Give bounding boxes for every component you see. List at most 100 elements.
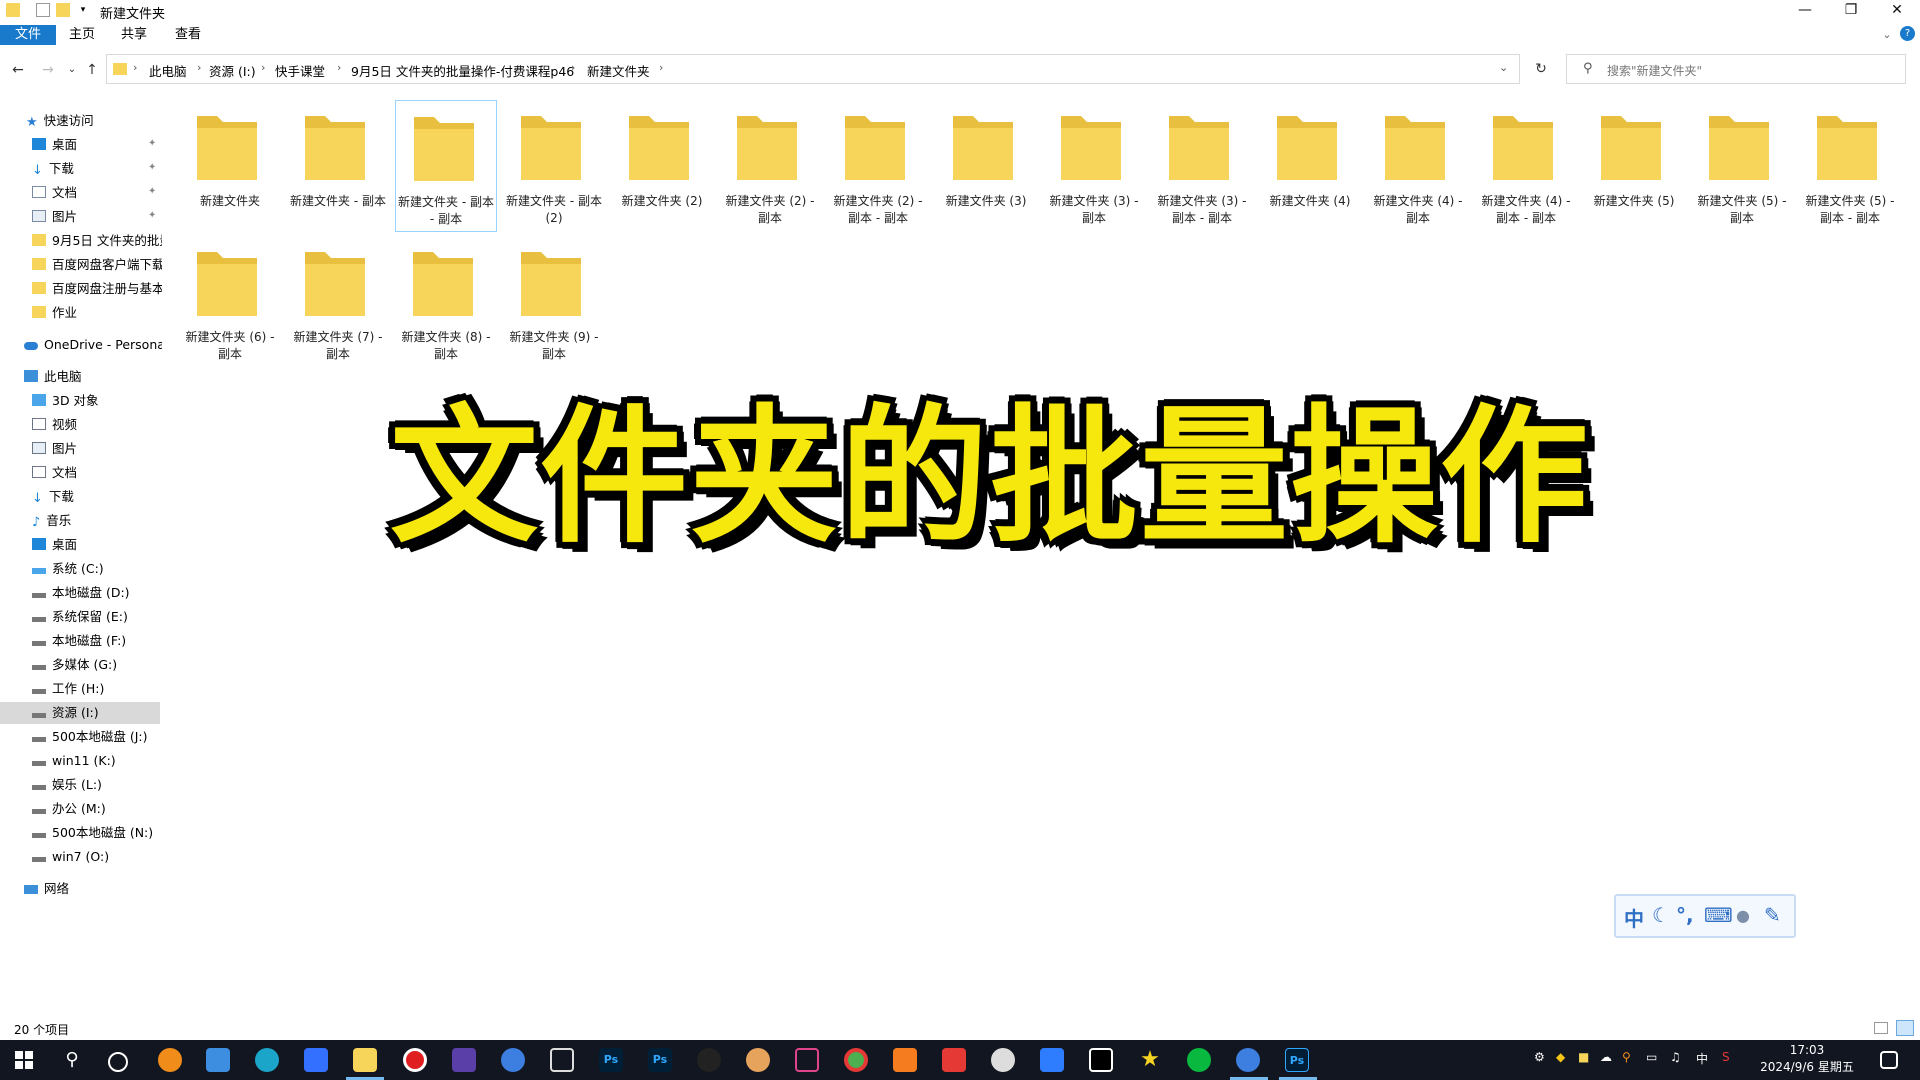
folder-item[interactable]: 新建文件夹 (2)	[611, 100, 713, 232]
input-language-indicator[interactable]: 中	[1696, 1050, 1708, 1067]
sogou-browser-icon[interactable]	[1236, 1048, 1260, 1072]
sidebar-item-this-pc[interactable]: 此电脑	[24, 366, 162, 388]
brush-app-icon[interactable]	[452, 1048, 476, 1072]
search-icon[interactable]: ⚲	[60, 1048, 84, 1072]
large-icons-view-icon[interactable]	[1896, 1020, 1914, 1036]
sidebar-item-quick-baidu-register[interactable]: 百度网盘注册与基本	[32, 278, 162, 300]
everything-search-icon[interactable]	[158, 1048, 182, 1072]
chevron-right-icon[interactable]: ›	[197, 61, 201, 74]
close-button[interactable]: ✕	[1874, 0, 1920, 22]
pin-icon[interactable]: ✦	[148, 210, 156, 221]
moon-icon[interactable]: ☾	[1652, 903, 1670, 927]
recent-dropdown-icon[interactable]: ⌄	[62, 60, 82, 80]
tab-home[interactable]: 主页	[62, 25, 102, 45]
qq-icon[interactable]	[697, 1048, 721, 1072]
sidebar-item-drive-o[interactable]: win7 (O:)	[32, 846, 162, 868]
breadcrumb-kuaishou[interactable]: 快手课堂	[275, 61, 325, 80]
breadcrumb-drive-i[interactable]: 资源 (I:)	[209, 61, 256, 80]
folder-item[interactable]: 新建文件夹 (2) - 副本 - 副本	[827, 100, 929, 232]
folder-item[interactable]: 新建文件夹 (5) - 副本	[1691, 100, 1793, 232]
folder-item[interactable]: 新建文件夹 - 副本	[287, 100, 389, 232]
folder-tray-icon[interactable]: ■	[1578, 1050, 1589, 1064]
chevron-right-icon[interactable]: ›	[337, 61, 341, 74]
chevron-right-icon[interactable]: ›	[659, 61, 663, 74]
folder-item[interactable]: 新建文件夹 (3) - 副本	[1043, 100, 1145, 232]
sidebar-item-documents[interactable]: 文档	[32, 462, 162, 484]
address-dropdown-icon[interactable]: ⌄	[1499, 61, 1508, 74]
sidebar-item-drive-n[interactable]: 500本地磁盘 (N:)	[32, 822, 162, 844]
wechat-icon[interactable]	[1187, 1048, 1211, 1072]
notification-icon[interactable]	[1880, 1051, 1898, 1069]
ime-language-toggle[interactable]: 中	[1624, 903, 1644, 932]
search-tray-icon[interactable]: ⚲	[1622, 1050, 1631, 1064]
font-app-icon[interactable]	[795, 1048, 819, 1072]
breadcrumb-course[interactable]: 9月5日 文件夹的批量操作-付费课程p46	[351, 61, 574, 80]
sidebar-item-quick-pictures[interactable]: 图片	[32, 206, 162, 228]
breadcrumb-this-pc[interactable]: 此电脑	[149, 61, 187, 80]
ribbon-expand-icon[interactable]: ⌄	[1878, 25, 1896, 45]
sidebar-item-downloads[interactable]: ↓ 下载	[32, 486, 162, 508]
sidebar-item-quick-desktop[interactable]: 桌面	[32, 134, 162, 156]
sidebar-item-3d-objects[interactable]: 3D 对象	[32, 390, 162, 412]
butterfly-app-icon[interactable]	[893, 1048, 917, 1072]
volume-icon[interactable]: ♫	[1670, 1050, 1681, 1064]
tab-file[interactable]: 文件	[0, 25, 56, 45]
sidebar-item-drive-c[interactable]: 系统 (C:)	[32, 558, 162, 580]
chevron-down-icon[interactable]: ▾	[76, 3, 90, 17]
star-app-icon[interactable]: ★	[1138, 1048, 1162, 1072]
pin-icon[interactable]: ✦	[148, 138, 156, 149]
user-icon[interactable]: ●	[1736, 906, 1750, 925]
sogou-icon[interactable]	[501, 1048, 525, 1072]
folder-item[interactable]: 新建文件夹 (6) - 副本	[179, 236, 281, 368]
clock-app-icon[interactable]	[991, 1048, 1015, 1072]
sidebar-item-music[interactable]: ♪ 音乐	[32, 510, 162, 532]
address-bar[interactable]: › 此电脑 › 资源 (I:) › 快手课堂 › 9月5日 文件夹的批量操作-付…	[106, 54, 1520, 84]
file-explorer-icon[interactable]	[353, 1048, 377, 1072]
folder-item[interactable]: 新建文件夹 (9) - 副本	[503, 236, 605, 368]
properties-icon[interactable]	[36, 3, 50, 17]
folder-item[interactable]: 新建文件夹 (8) - 副本	[395, 236, 497, 368]
avatar-app-icon[interactable]	[746, 1048, 770, 1072]
chevron-right-icon[interactable]: ›	[261, 61, 265, 74]
folder-item[interactable]: 新建文件夹 (3) - 副本 - 副本	[1151, 100, 1253, 232]
up-arrow-icon[interactable]: ↑	[82, 60, 102, 80]
sidebar-item-drive-k[interactable]: win11 (K:)	[32, 750, 162, 772]
sidebar-item-drive-f[interactable]: 本地磁盘 (F:)	[32, 630, 162, 652]
folder-item[interactable]: 新建文件夹 (4) - 副本 - 副本	[1475, 100, 1577, 232]
folder-item-selected[interactable]: 新建文件夹 - 副本 - 副本	[395, 100, 497, 232]
folder-item[interactable]: 新建文件夹 (7) - 副本	[287, 236, 389, 368]
sidebar-item-drive-l[interactable]: 娱乐 (L:)	[32, 774, 162, 796]
tab-share[interactable]: 共享	[114, 25, 154, 45]
minimize-button[interactable]: —	[1782, 0, 1828, 22]
sidebar-item-drive-e[interactable]: 系统保留 (E:)	[32, 606, 162, 628]
help-icon[interactable]: ?	[1900, 26, 1915, 41]
sogou-tray-icon[interactable]: S	[1722, 1050, 1730, 1064]
sidebar-item-network[interactable]: 网络	[24, 878, 162, 900]
sidebar-item-desktop[interactable]: 桌面	[32, 534, 162, 556]
sidebar-item-drive-i[interactable]: 资源 (I:)	[0, 702, 160, 724]
folder-item[interactable]: 新建文件夹 (3)	[935, 100, 1037, 232]
cloud-tray-icon[interactable]: ☁	[1600, 1050, 1612, 1064]
sidebar-item-drive-j[interactable]: 500本地磁盘 (J:)	[32, 726, 162, 748]
sidebar-item-quick-documents[interactable]: 文档	[32, 182, 162, 204]
breadcrumb-current[interactable]: 新建文件夹	[587, 61, 650, 80]
sidebar-item-drive-d[interactable]: 本地磁盘 (D:)	[32, 582, 162, 604]
chrome-icon[interactable]	[844, 1048, 868, 1072]
clock[interactable]: 17:03 2024/9/6 星期五	[1748, 1042, 1866, 1076]
pin-icon[interactable]: ✦	[148, 186, 156, 197]
sidebar-item-drive-g[interactable]: 多媒体 (G:)	[32, 654, 162, 676]
box-app-icon[interactable]	[550, 1048, 574, 1072]
search-box[interactable]: ⚲ 搜索"新建文件夹"	[1566, 54, 1906, 84]
network-icon[interactable]: ▭	[1646, 1050, 1657, 1064]
folder-item[interactable]: 新建文件夹 (4) - 副本	[1367, 100, 1469, 232]
photoshop-alt-icon[interactable]: Ps	[648, 1048, 672, 1072]
folder-item[interactable]: 新建文件夹 (5) - 副本 - 副本	[1799, 100, 1901, 232]
pin-icon[interactable]: ✦	[148, 162, 156, 173]
sidebar-item-drive-m[interactable]: 办公 (M:)	[32, 798, 162, 820]
sidebar-item-quick-downloads[interactable]: ↓ 下载	[32, 158, 162, 180]
windows-start-icon[interactable]	[12, 1048, 36, 1072]
wrench-icon[interactable]: ✎	[1764, 903, 1781, 927]
xmind-icon[interactable]	[942, 1048, 966, 1072]
restore-button[interactable]: ❐	[1828, 0, 1874, 22]
photoshop-icon[interactable]: Ps	[599, 1048, 623, 1072]
